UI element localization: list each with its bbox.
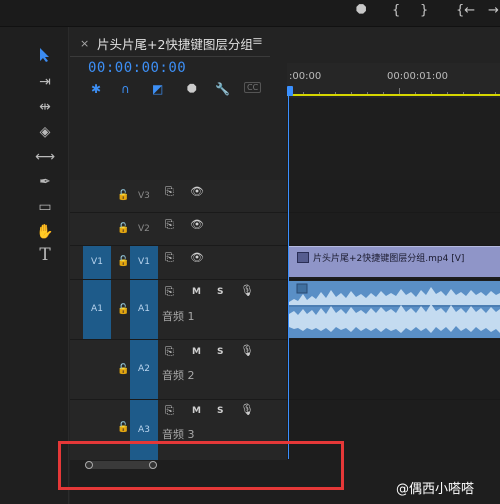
video-clip-label: 片头片尾+2快捷键图层分组.mp4 [V] [313,254,465,264]
ruler-label-1s: 00:00:01:00 [387,71,449,82]
solo-button[interactable]: S [217,347,223,357]
waveform-icon [289,283,500,333]
track-header-v3[interactable] [70,180,287,213]
playhead-handle[interactable] [287,86,293,96]
lock-icon[interactable]: 🔓 [117,364,129,375]
left-panel-edge [0,27,26,504]
source-patch-v1[interactable]: V1 [83,246,111,279]
close-tab-button[interactable]: × [80,37,89,50]
track-v2[interactable] [287,213,500,246]
sync-lock-icon[interactable]: ⎘ [165,185,174,199]
playhead-line[interactable] [288,96,289,459]
track-header-spacer [70,98,287,180]
track-a2[interactable] [287,340,500,400]
add-marker-button[interactable]: ⯃ [356,3,366,18]
highlight-annotation [58,441,344,490]
playhead-timecode[interactable]: 00:00:00:00 [88,60,186,76]
solo-button[interactable]: S [217,287,223,297]
watermark: @偶西小嗒嗒 [396,482,475,497]
track-name-v2: V2 [138,224,150,234]
timeline-spacer [287,98,500,180]
snap-icon[interactable]: ✱ [91,82,101,96]
lock-icon[interactable]: 🔓 [117,190,129,201]
track-target-v1[interactable]: V1 [130,246,158,279]
ruler-label-start: :00:00 [289,71,322,82]
fx-badge-icon [297,252,309,263]
type-tool-icon[interactable]: T [34,245,56,265]
go-to-out-button[interactable]: →} [488,3,500,18]
work-area-bar[interactable] [287,94,500,96]
microphone-icon[interactable]: 🎙 [240,284,254,297]
linked-selection-icon[interactable]: ∩ [121,82,130,96]
track-target-a1[interactable]: A1 [130,280,158,339]
video-clip[interactable]: 片头片尾+2快捷键图层分组.mp4 [V] [289,246,500,277]
add-marker-icon[interactable]: ◩ [152,82,163,96]
track-target-a2[interactable]: A2 [130,340,158,399]
track-header-v2[interactable] [70,213,287,246]
track-label-a2: 音频 2 [162,369,195,382]
ripple-edit-tool-icon[interactable]: ⇹ [34,97,56,117]
captions-icon[interactable]: CC [244,82,262,93]
lock-icon[interactable]: 🔓 [117,422,129,433]
wrench-icon[interactable]: 🔧 [215,82,230,96]
source-patch-a1[interactable]: A1 [83,280,111,339]
go-to-in-button[interactable]: {← [456,3,475,18]
microphone-icon[interactable]: 🎙 [240,403,254,416]
eye-icon[interactable]: 👁 [190,218,204,231]
lock-icon[interactable]: 🔓 [117,304,129,315]
track-name-v3: V3 [138,191,150,201]
tools-panel: ⇥ ⇹ ◈ ⟷ ✒ ▭ ✋ T [26,27,69,504]
lock-icon[interactable]: 🔓 [117,256,129,267]
pen-tool-icon[interactable]: ✒ [34,172,56,192]
eye-icon[interactable]: 👁 [190,185,204,198]
mark-out-button[interactable]: } [420,3,428,18]
program-monitor-controls: ⯃ { } {← →} [0,0,500,27]
selection-tool-icon[interactable] [34,47,56,67]
mute-button[interactable]: M [192,347,201,357]
sequence-tab-title[interactable]: 片头片尾+2快捷键图层分组 [97,34,253,53]
tab-divider [70,56,270,57]
rectangle-tool-icon[interactable]: ▭ [34,197,56,217]
mark-in-button[interactable]: { [392,3,400,18]
razor-tool-icon[interactable]: ◈ [34,122,56,142]
track-v3[interactable] [287,180,500,213]
sync-lock-icon[interactable]: ⎘ [165,345,174,359]
mute-button[interactable]: M [192,287,201,297]
eye-icon[interactable]: 👁 [190,251,204,264]
marker-icon[interactable]: ⯃ [187,82,197,97]
panel-menu-button[interactable]: ≡ [252,34,263,49]
solo-button[interactable]: S [217,406,223,416]
sync-lock-icon[interactable]: ⎘ [165,251,174,265]
sync-lock-icon[interactable]: ⎘ [165,218,174,232]
track-label-a1: 音频 1 [162,310,195,323]
lock-icon[interactable]: 🔓 [117,223,129,234]
mute-button[interactable]: M [192,406,201,416]
microphone-icon[interactable]: 🎙 [240,344,254,357]
sync-lock-icon[interactable]: ⎘ [165,404,174,418]
track-label-a3: 音频 3 [162,428,195,441]
audio-clip[interactable] [289,281,500,338]
hand-tool-icon[interactable]: ✋ [34,222,56,242]
track-select-forward-tool-icon[interactable]: ⇥ [34,72,56,92]
time-ruler[interactable]: :00:00 00:00:01:00 [287,63,500,98]
slip-tool-icon[interactable]: ⟷ [34,147,56,167]
sync-lock-icon[interactable]: ⎘ [165,285,174,299]
